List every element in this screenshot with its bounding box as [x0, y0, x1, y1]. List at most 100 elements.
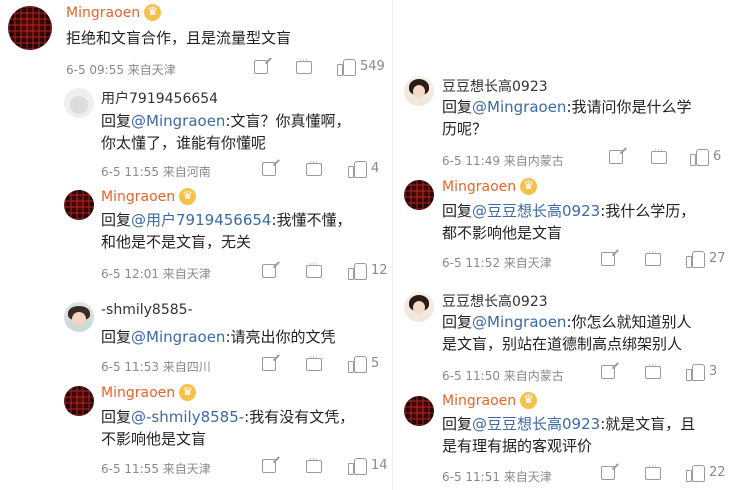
share-button[interactable] — [601, 466, 615, 480]
like-icon — [686, 250, 705, 268]
author-name[interactable]: 豆豆想长高0923 — [442, 291, 548, 311]
mention-link[interactable]: @Mingraoen — [131, 328, 225, 346]
reply-prefix: 回复 — [442, 98, 473, 116]
like-button[interactable]: 549 — [337, 58, 385, 76]
like-button[interactable]: 12 — [348, 262, 388, 280]
reply-meta: 6-5 12:01 来自天津 — [101, 267, 211, 281]
author-name[interactable]: Mingraoen — [101, 189, 175, 205]
reply-prefix: 回复 — [442, 415, 473, 433]
share-button[interactable] — [609, 150, 623, 164]
reply-text: 回复@Mingraoen:文盲？你真懂啊， 你太懂了，谁能有你懂呢 — [101, 110, 386, 154]
avatar[interactable] — [404, 76, 434, 106]
reply-author[interactable]: 豆豆想长高0923 — [442, 291, 548, 311]
reply-button[interactable] — [645, 248, 661, 266]
like-icon — [348, 355, 367, 373]
author-name[interactable]: Mingraoen — [442, 179, 516, 195]
reply-button[interactable] — [306, 353, 322, 371]
like-count: 27 — [709, 251, 726, 266]
avatar[interactable] — [404, 396, 434, 426]
like-button[interactable]: 5 — [348, 355, 380, 373]
reply-text: 回复@-shmily8585-:我有没有文凭， 不影响他是文盲 — [101, 406, 386, 450]
like-button[interactable]: 27 — [686, 250, 726, 268]
like-button[interactable]: 14 — [348, 457, 388, 475]
share-icon — [262, 264, 276, 278]
avatar[interactable] — [64, 88, 94, 118]
avatar[interactable] — [8, 6, 52, 50]
author-name[interactable]: Mingraoen — [66, 5, 140, 21]
like-button[interactable]: 3 — [686, 363, 717, 381]
author-name[interactable]: Mingraoen — [101, 385, 175, 401]
reply-author[interactable]: 用户7919456654 — [101, 88, 218, 108]
reply-body-line2: 不影响他是文盲 — [101, 430, 207, 448]
mention-link[interactable]: @豆豆想长高0923 — [472, 202, 600, 220]
reply-body-line1: :请亮出你的文凭 — [225, 328, 336, 346]
share-button[interactable] — [262, 264, 276, 278]
comment-icon — [296, 56, 312, 74]
reply-button[interactable] — [306, 455, 322, 473]
reply-text: 回复@用户7919456654:我懂不懂， 和他是不是文盲，无关 — [101, 209, 386, 253]
share-button[interactable] — [601, 365, 615, 379]
reply-button[interactable] — [306, 158, 322, 176]
avatar[interactable] — [64, 386, 94, 416]
author-name[interactable]: -shmily8585- — [101, 302, 193, 318]
like-icon — [686, 464, 705, 482]
mention-link[interactable]: @-shmily8585- — [131, 408, 244, 426]
like-count: 5 — [371, 356, 380, 371]
like-icon — [686, 363, 705, 381]
reply-author[interactable]: Mingraoen — [442, 177, 538, 195]
reply-button[interactable] — [651, 146, 667, 164]
reply-item: Mingraoen 回复@豆豆想长高0923:就是文盲，且 是有理有据的客观评价… — [392, 391, 740, 488]
reply-text: 回复@豆豆想长高0923:我什么学历， 都不影响他是文盲 — [442, 200, 734, 244]
share-button[interactable] — [262, 459, 276, 473]
author-name[interactable]: 豆豆想长高0923 — [442, 76, 548, 96]
like-button[interactable]: 6 — [690, 148, 721, 166]
mention-link[interactable]: @Mingraoen — [472, 313, 566, 331]
reply-author[interactable]: 豆豆想长高0923 — [442, 76, 548, 96]
mention-link[interactable]: @豆豆想长高0923 — [472, 415, 600, 433]
share-icon — [601, 466, 615, 480]
mention-link[interactable]: @用户7919456654 — [131, 211, 271, 229]
reply-button[interactable] — [645, 361, 661, 379]
author-name[interactable]: 用户7919456654 — [101, 88, 218, 108]
reply-item: Mingraoen 回复@豆豆想长高0923:我什么学历， 都不影响他是文盲 6… — [392, 176, 740, 274]
avatar[interactable] — [404, 180, 434, 210]
mention-link[interactable]: @Mingraoen — [131, 112, 225, 130]
mention-link[interactable]: @Mingraoen — [472, 98, 566, 116]
reply-item: Mingraoen 回复@用户7919456654:我懂不懂， 和他是不是文盲，… — [0, 186, 392, 282]
avatar[interactable] — [64, 190, 94, 220]
reply-button[interactable] — [296, 56, 312, 74]
left-comment-column: Mingraoen 拒绝和文盲合作，且是流量型文盲 6-5 09:55 来自天津… — [0, 0, 392, 490]
like-button[interactable]: 4 — [348, 160, 379, 178]
reply-body-line2: 你太懂了，谁能有你懂呢 — [101, 134, 267, 152]
reply-author[interactable]: Mingraoen — [101, 383, 197, 401]
crown-badge-icon — [520, 177, 538, 195]
reply-button[interactable] — [306, 260, 322, 278]
share-button[interactable] — [262, 162, 276, 176]
share-button[interactable] — [262, 357, 276, 371]
reply-body-line1: :我有没有文凭， — [244, 408, 355, 426]
reply-body-line2: 历呢？ — [442, 120, 488, 138]
crown-badge-icon — [179, 383, 197, 401]
comment-author[interactable]: Mingraoen — [66, 3, 162, 21]
reply-item: 用户7919456654 回复@Mingraoen:文盲？你真懂啊， 你太懂了，… — [0, 86, 392, 182]
reply-body-line1: :就是文盲，且 — [600, 415, 696, 433]
right-comment-column: 豆豆想长高0923 回复@Mingraoen:我请问你是什么学 历呢？ 6-5 … — [392, 0, 740, 490]
reply-button[interactable] — [645, 462, 661, 480]
author-name[interactable]: Mingraoen — [442, 393, 516, 409]
share-button[interactable] — [254, 60, 268, 74]
avatar[interactable] — [404, 292, 434, 322]
like-icon — [690, 148, 709, 166]
reply-author[interactable]: Mingraoen — [101, 187, 197, 205]
reply-meta: 6-5 11:49 来自内蒙古 — [442, 154, 564, 168]
reply-prefix: 回复 — [442, 202, 473, 220]
comment-icon — [645, 248, 661, 266]
crown-badge-icon — [520, 391, 538, 409]
reply-body-line1: :我请问你是什么学 — [566, 98, 692, 116]
like-count: 549 — [360, 59, 385, 74]
reply-author[interactable]: -shmily8585- — [101, 302, 193, 318]
avatar[interactable] — [64, 302, 94, 332]
like-count: 12 — [371, 263, 388, 278]
reply-author[interactable]: Mingraoen — [442, 391, 538, 409]
share-button[interactable] — [601, 252, 615, 266]
like-button[interactable]: 22 — [686, 464, 726, 482]
